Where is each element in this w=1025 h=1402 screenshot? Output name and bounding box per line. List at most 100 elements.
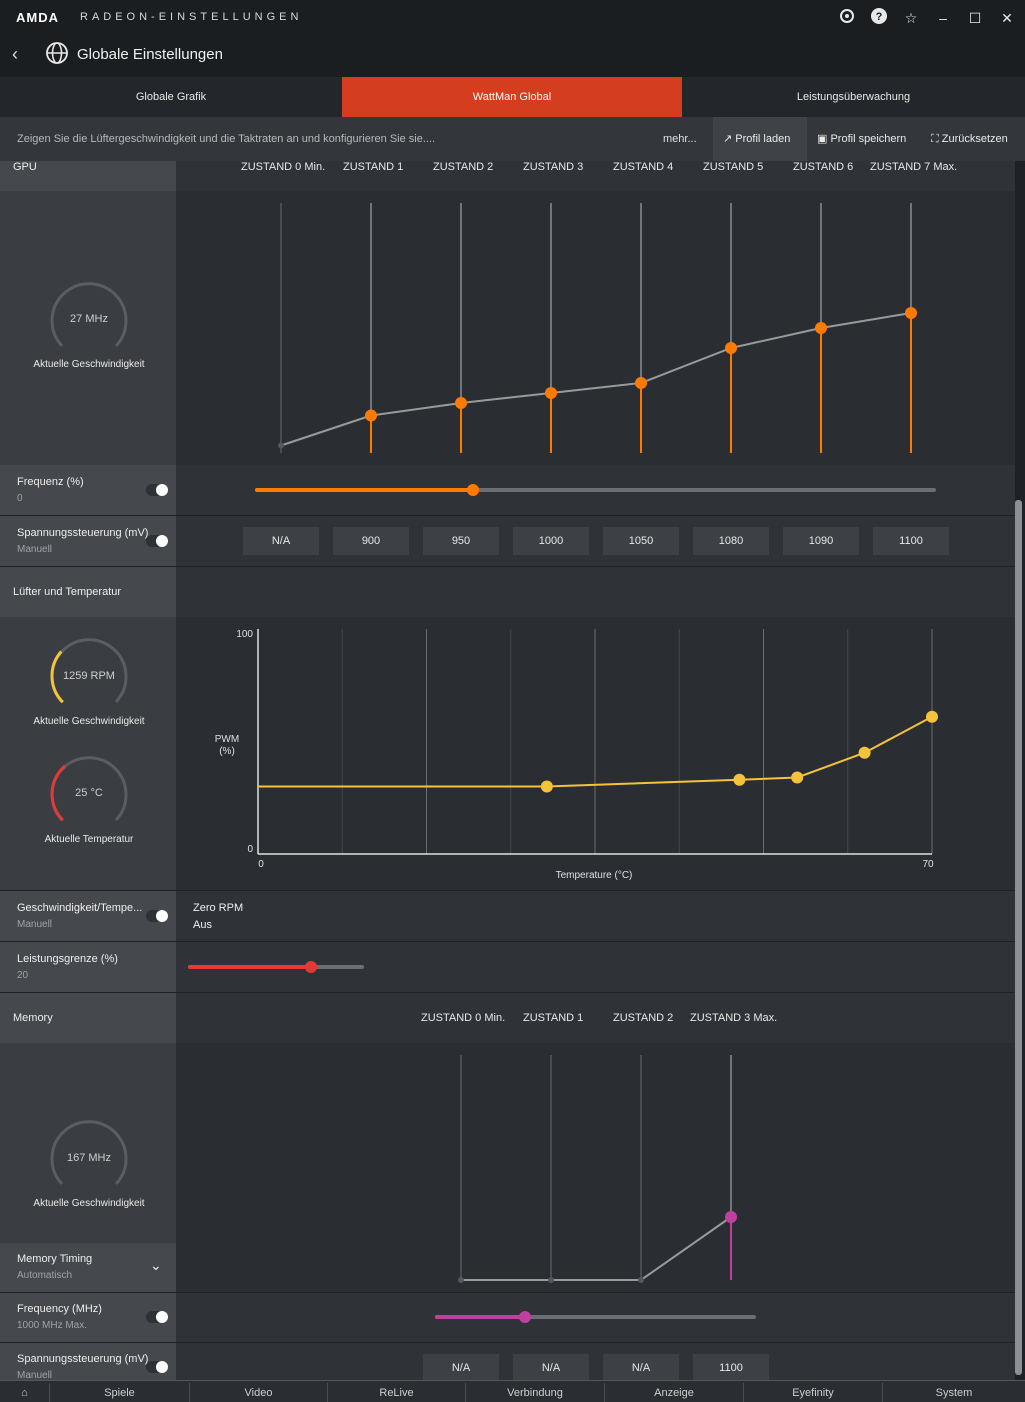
gpu-point-4 (635, 377, 647, 389)
nav-verbindung[interactable]: Verbindung (466, 1383, 605, 1402)
memory-voltage-state-1[interactable]: N/A (513, 1354, 589, 1380)
gpu-state-chart (176, 191, 1015, 465)
gpu-state-2: ZUSTAND 2 (433, 161, 494, 173)
fan-x-axis-label: Temperature (°C) (556, 870, 633, 881)
load-profile-button[interactable]: ↗ Profil laden (713, 117, 807, 161)
refresh-icon[interactable] (837, 8, 857, 28)
app-title: RADEON-EINSTELLUNGEN (80, 11, 303, 23)
scrollbar[interactable] (1015, 500, 1022, 1375)
power-limit-slider-track[interactable] (188, 961, 364, 973)
memory-frequency-slider-track[interactable] (435, 1311, 756, 1323)
memory-header-left: Memory (0, 993, 176, 1043)
gpu-voltage-mode: Manuell (17, 544, 53, 555)
fan-point-4 (858, 746, 871, 759)
nav-spiele[interactable]: Spiele (50, 1383, 190, 1402)
memory-state-chart (176, 1043, 1015, 1292)
fan-y-tick-max: 100 (236, 629, 253, 640)
save-profile-label: Profil speichern (830, 133, 907, 145)
fan-curve-chart[interactable]: 100 00 70 Temperature (°C) PWM (%) (176, 617, 1015, 890)
memory-state-3: ZUSTAND 3 Max. (690, 1012, 778, 1024)
fan-y-axis-label: PWM (%) (215, 734, 239, 757)
memory-voltage-state-3[interactable]: 1100 (693, 1354, 769, 1380)
gpu-state-header: ZUSTAND 0 Min. ZUSTAND 1 ZUSTAND 2 ZUSTA… (176, 161, 1015, 191)
gpu-point-6 (815, 322, 827, 334)
page-title: Globale Einstellungen (77, 46, 223, 63)
gpu-frequency-row: Frequenz (%) 0 (0, 465, 176, 515)
gpu-voltage-toggle[interactable] (146, 535, 168, 547)
gpu-voltage-state-6[interactable]: 1090 (783, 527, 859, 555)
gpu-frequency-slider-thumb[interactable] (466, 484, 479, 496)
gpu-frequency-slider-track[interactable] (255, 484, 936, 496)
maximize-icon[interactable]: ☐ (965, 8, 985, 28)
memory-gauge-panel: 167 MHz Aktuelle Geschwindigkeit (0, 1043, 176, 1243)
tab-globale-grafik[interactable]: Globale Grafik (0, 77, 342, 117)
gpu-voltage-state-5[interactable]: 1080 (693, 527, 769, 555)
chevron-down-icon[interactable]: ⌄ (150, 1257, 162, 1274)
zero-rpm-row: Zero RPM Aus (176, 891, 1015, 941)
help-icon[interactable]: ? (869, 8, 889, 28)
gpu-state-6: ZUSTAND 6 (793, 161, 854, 173)
nav-video[interactable]: Video (190, 1383, 328, 1402)
gpu-frequency-label: Frequenz (%) (17, 476, 84, 488)
fan-section-label: Lüfter und Temperatur (13, 586, 122, 598)
gpu-voltage-state-7[interactable]: 1100 (873, 527, 949, 555)
memory-voltage-toggle[interactable] (146, 1361, 168, 1373)
temperature-label: Aktuelle Temperatur (44, 834, 134, 845)
power-limit-row: Leistungsgrenze (%) 20 (0, 942, 176, 992)
reset-button[interactable]: ⛶ Zurücksetzen (931, 117, 1008, 161)
fan-header-right (176, 567, 1015, 617)
description-text: Zeigen Sie die Lüftergeschwindigkeit und… (17, 133, 436, 145)
gpu-voltage-values: N/A 900 950 1000 1050 1080 1090 1100 (176, 516, 1015, 566)
title-bar: AMDA RADEON-EINSTELLUNGEN ? ☆ – ☐ ✕ (0, 0, 1025, 35)
power-limit-label: Leistungsgrenze (%) (17, 953, 118, 965)
more-link[interactable]: mehr... (663, 133, 697, 145)
memory-voltage-state-2[interactable]: N/A (603, 1354, 679, 1380)
star-icon[interactable]: ☆ (901, 8, 921, 28)
gpu-frequency-toggle[interactable] (146, 484, 168, 496)
gpu-point-2 (455, 397, 467, 409)
gpu-point-1 (365, 409, 377, 422)
nav-relive[interactable]: ReLive (328, 1383, 466, 1402)
memory-frequency-slider-thumb[interactable] (518, 1311, 531, 1323)
nav-system[interactable]: System (883, 1383, 1025, 1402)
info-bar: Zeigen Sie die Lüftergeschwindigkeit und… (0, 117, 1025, 161)
tab-bar: Globale Grafik WattMan Global Leistungsü… (0, 77, 1025, 117)
gpu-voltage-state-2[interactable]: 950 (423, 527, 499, 555)
tab-leistungsueberwachung[interactable]: Leistungsüberwachung (682, 77, 1025, 117)
memory-timing-row[interactable]: Memory Timing Automatisch ⌄ (0, 1243, 176, 1292)
minimize-icon[interactable]: – (933, 8, 953, 28)
gpu-gauge-value: 27 MHz (70, 313, 108, 325)
nav-eyefinity[interactable]: Eyefinity (744, 1383, 883, 1402)
zero-rpm-value[interactable]: Aus (193, 919, 212, 931)
back-arrow-icon[interactable]: ‹ (12, 44, 18, 65)
home-icon[interactable]: ⌂ (0, 1383, 50, 1402)
amd-logo: AMDA (16, 10, 59, 25)
speed-temp-mode: Manuell (17, 919, 53, 930)
nav-anzeige[interactable]: Anzeige (605, 1383, 744, 1402)
save-profile-button[interactable]: ▣ Profil speichern (817, 117, 906, 161)
fan-gauge-panel: 1259 RPM Aktuelle Geschwindigkeit 25 °C … (0, 617, 176, 890)
gpu-voltage-state-3[interactable]: 1000 (513, 527, 589, 555)
fan-point-1 (540, 780, 553, 793)
memory-voltage-row: Spannungssteuerung (mV) Manuell (0, 1343, 176, 1380)
gpu-point-7 (905, 307, 917, 319)
gpu-state-1: ZUSTAND 1 (343, 161, 404, 173)
tab-wattman-global[interactable]: WattMan Global (342, 77, 682, 117)
gpu-voltage-state-0[interactable]: N/A (243, 527, 319, 555)
gpu-voltage-state-1[interactable]: 900 (333, 527, 409, 555)
fan-point-3 (791, 771, 804, 784)
gpu-voltage-label: Spannungssteuerung (mV) (17, 527, 149, 539)
memory-frequency-slider-fill (435, 1315, 525, 1319)
power-limit-slider-fill (188, 965, 312, 969)
power-limit-slider-thumb[interactable] (305, 961, 318, 973)
gpu-voltage-state-4[interactable]: 1050 (603, 527, 679, 555)
speed-temp-toggle[interactable] (146, 910, 168, 922)
memory-section-label: Memory (13, 1012, 53, 1024)
gpu-curve-svg (278, 203, 917, 453)
power-limit-slider-row (176, 942, 1015, 992)
close-icon[interactable]: ✕ (997, 8, 1017, 28)
fan-rpm-label: Aktuelle Geschwindigkeit (33, 716, 145, 727)
gpu-point-5 (725, 342, 737, 354)
memory-voltage-state-0[interactable]: N/A (423, 1354, 499, 1380)
memory-frequency-toggle[interactable] (146, 1311, 168, 1323)
